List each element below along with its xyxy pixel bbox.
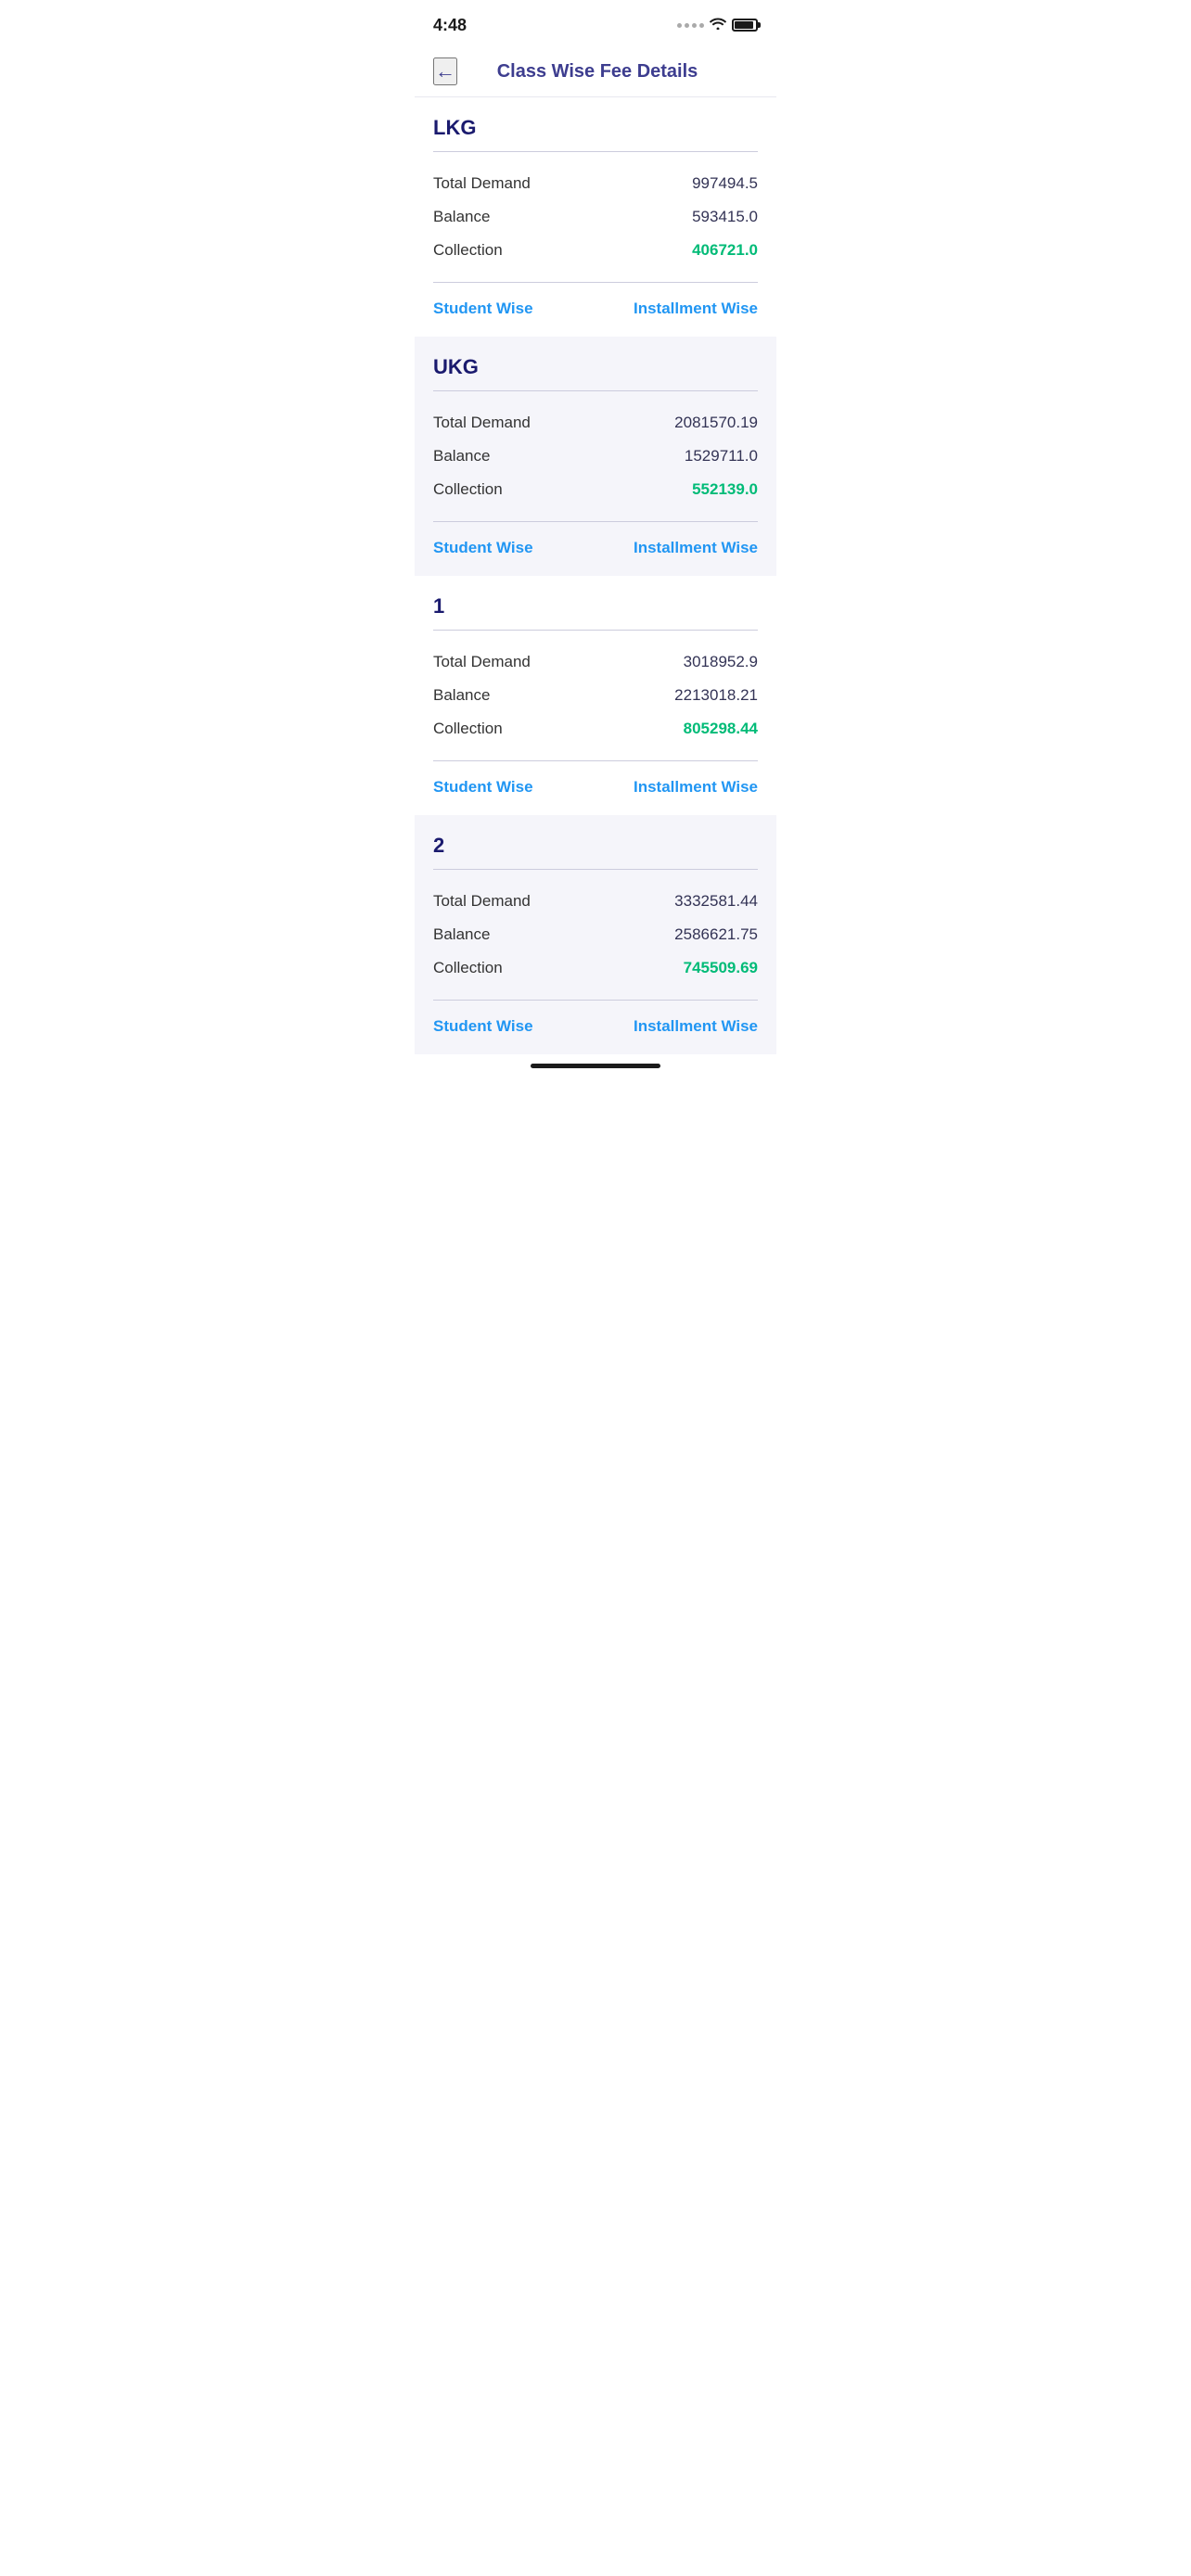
total-demand-row-class1: Total Demand 3018952.9 xyxy=(433,645,758,679)
balance-label-ukg: Balance xyxy=(433,447,490,465)
balance-label-lkg: Balance xyxy=(433,208,490,226)
action-row-ukg: Student Wise Installment Wise xyxy=(433,522,758,576)
student-wise-btn-class2[interactable]: Student Wise xyxy=(433,1017,533,1036)
back-button[interactable]: ← xyxy=(433,57,457,85)
action-row-class1: Student Wise Installment Wise xyxy=(433,761,758,815)
balance-row-ukg: Balance 1529711.0 xyxy=(433,440,758,473)
total-demand-value-lkg: 997494.5 xyxy=(692,174,758,193)
home-indicator xyxy=(531,1064,660,1068)
class-list: LKG Total Demand 997494.5 Balance 593415… xyxy=(415,97,776,1054)
total-demand-row-class2: Total Demand 3332581.44 xyxy=(433,885,758,918)
collection-row-lkg: Collection 406721.0 xyxy=(433,234,758,267)
battery-icon xyxy=(732,19,758,32)
signal-icon xyxy=(677,23,704,28)
balance-value-class2: 2586621.75 xyxy=(674,925,758,944)
installment-wise-btn-ukg[interactable]: Installment Wise xyxy=(634,539,758,557)
installment-wise-btn-lkg[interactable]: Installment Wise xyxy=(634,300,758,318)
collection-value-class1: 805298.44 xyxy=(684,720,758,738)
class-section-class1: 1 Total Demand 3018952.9 Balance 2213018… xyxy=(415,576,776,815)
student-wise-btn-ukg[interactable]: Student Wise xyxy=(433,539,533,557)
status-icons xyxy=(677,17,758,34)
class-section-ukg: UKG Total Demand 2081570.19 Balance 1529… xyxy=(415,337,776,576)
divider-top-class1 xyxy=(433,630,758,631)
class-name-class1: 1 xyxy=(433,594,758,618)
total-demand-label-lkg: Total Demand xyxy=(433,174,531,193)
divider-top-lkg xyxy=(433,151,758,152)
balance-value-lkg: 593415.0 xyxy=(692,208,758,226)
status-bar: 4:48 xyxy=(415,0,776,46)
installment-wise-btn-class1[interactable]: Installment Wise xyxy=(634,778,758,797)
student-wise-btn-class1[interactable]: Student Wise xyxy=(433,778,533,797)
action-row-class2: Student Wise Installment Wise xyxy=(433,1001,758,1054)
class-name-lkg: LKG xyxy=(433,116,758,140)
total-demand-label-ukg: Total Demand xyxy=(433,414,531,432)
installment-wise-btn-class2[interactable]: Installment Wise xyxy=(634,1017,758,1036)
total-demand-value-ukg: 2081570.19 xyxy=(674,414,758,432)
collection-label-ukg: Collection xyxy=(433,480,503,499)
wifi-icon xyxy=(710,17,726,34)
total-demand-value-class1: 3018952.9 xyxy=(684,653,758,671)
divider-top-ukg xyxy=(433,390,758,391)
class-section-lkg: LKG Total Demand 997494.5 Balance 593415… xyxy=(415,97,776,337)
balance-row-lkg: Balance 593415.0 xyxy=(433,200,758,234)
collection-value-class2: 745509.69 xyxy=(684,959,758,977)
header: ← Class Wise Fee Details xyxy=(415,46,776,97)
class-name-class2: 2 xyxy=(433,834,758,858)
page-title: Class Wise Fee Details xyxy=(472,61,723,83)
class-name-ukg: UKG xyxy=(433,355,758,379)
total-demand-label-class2: Total Demand xyxy=(433,892,531,911)
collection-label-class2: Collection xyxy=(433,959,503,977)
student-wise-btn-lkg[interactable]: Student Wise xyxy=(433,300,533,318)
collection-row-class2: Collection 745509.69 xyxy=(433,951,758,985)
collection-value-ukg: 552139.0 xyxy=(692,480,758,499)
collection-value-lkg: 406721.0 xyxy=(692,241,758,260)
balance-value-ukg: 1529711.0 xyxy=(685,447,758,465)
collection-label-lkg: Collection xyxy=(433,241,503,260)
action-row-lkg: Student Wise Installment Wise xyxy=(433,283,758,337)
balance-label-class2: Balance xyxy=(433,925,490,944)
collection-row-class1: Collection 805298.44 xyxy=(433,712,758,746)
total-demand-value-class2: 3332581.44 xyxy=(674,892,758,911)
balance-value-class1: 2213018.21 xyxy=(674,686,758,705)
status-time: 4:48 xyxy=(433,16,467,35)
total-demand-row-lkg: Total Demand 997494.5 xyxy=(433,167,758,200)
balance-label-class1: Balance xyxy=(433,686,490,705)
collection-label-class1: Collection xyxy=(433,720,503,738)
balance-row-class1: Balance 2213018.21 xyxy=(433,679,758,712)
balance-row-class2: Balance 2586621.75 xyxy=(433,918,758,951)
divider-top-class2 xyxy=(433,869,758,870)
collection-row-ukg: Collection 552139.0 xyxy=(433,473,758,506)
total-demand-label-class1: Total Demand xyxy=(433,653,531,671)
class-section-class2: 2 Total Demand 3332581.44 Balance 258662… xyxy=(415,815,776,1054)
total-demand-row-ukg: Total Demand 2081570.19 xyxy=(433,406,758,440)
